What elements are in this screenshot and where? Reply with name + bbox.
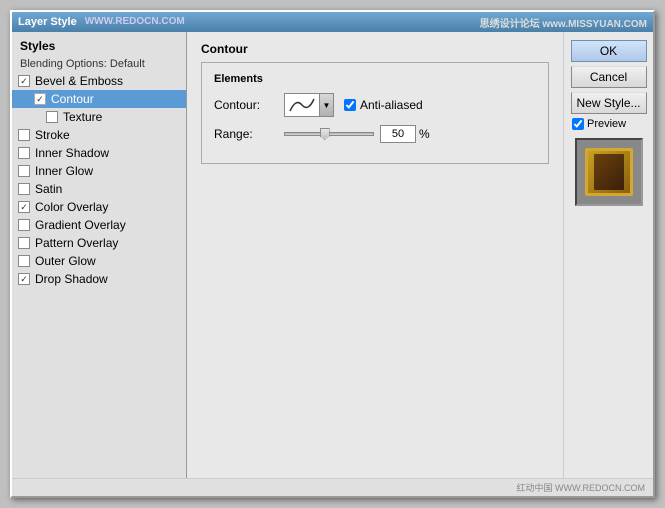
sub-section-title: Elements xyxy=(214,73,536,85)
blending-options-label: Blending Options: Default xyxy=(12,56,186,72)
color-overlay-checkbox[interactable] xyxy=(18,201,30,213)
elements-section: Elements Contour: ▼ xyxy=(201,62,549,164)
gradient-overlay-checkbox[interactable] xyxy=(18,219,30,231)
texture-checkbox[interactable] xyxy=(46,111,58,123)
sidebar-item-satin[interactable]: Satin xyxy=(12,180,186,198)
title-bar-watermark-left: WWW.REDOCN.COM xyxy=(85,16,185,28)
range-label: Range: xyxy=(214,127,284,141)
contour-preview[interactable] xyxy=(284,93,320,117)
preview-checkbox[interactable] xyxy=(572,118,584,130)
middle-panel: Contour Elements Contour: ▼ xyxy=(187,32,563,478)
sidebar-item-contour[interactable]: Contour xyxy=(12,90,186,108)
texture-label: Texture xyxy=(63,110,102,124)
left-panel: Styles Blending Options: Default Bevel &… xyxy=(12,32,187,478)
range-value-input[interactable] xyxy=(380,125,416,143)
range-slider-container[interactable] xyxy=(284,126,374,142)
stroke-label: Stroke xyxy=(35,128,70,142)
contour-row: Contour: ▼ Anti-aliased xyxy=(214,93,536,117)
sidebar-item-texture[interactable]: Texture xyxy=(12,108,186,126)
contour-field-label: Contour: xyxy=(214,98,284,112)
ok-button[interactable]: OK xyxy=(571,40,647,62)
range-slider-thumb[interactable] xyxy=(320,128,330,140)
stroke-checkbox[interactable] xyxy=(18,129,30,141)
preview-label-text: Preview xyxy=(587,118,626,130)
cancel-button[interactable]: Cancel xyxy=(571,66,647,88)
contour-control: ▼ Anti-aliased xyxy=(284,93,423,117)
anti-alias-control[interactable]: Anti-aliased xyxy=(344,98,423,112)
sidebar-item-outer-glow[interactable]: Outer Glow xyxy=(12,252,186,270)
inner-shadow-label: Inner Shadow xyxy=(35,146,109,160)
dialog-body: Styles Blending Options: Default Bevel &… xyxy=(12,32,653,478)
sidebar-item-gradient-overlay[interactable]: Gradient Overlay xyxy=(12,216,186,234)
right-panel: OK Cancel New Style... Preview xyxy=(563,32,653,478)
contour-curve-icon xyxy=(288,96,316,114)
sidebar-item-inner-shadow[interactable]: Inner Shadow xyxy=(12,144,186,162)
gradient-overlay-label: Gradient Overlay xyxy=(35,218,126,232)
contour-dropdown-arrow[interactable]: ▼ xyxy=(320,93,334,117)
range-row: Range: % xyxy=(214,125,536,143)
sidebar-item-stroke[interactable]: Stroke xyxy=(12,126,186,144)
bevel-emboss-checkbox[interactable] xyxy=(18,75,30,87)
satin-checkbox[interactable] xyxy=(18,183,30,195)
sidebar-item-pattern-overlay[interactable]: Pattern Overlay xyxy=(12,234,186,252)
contour-label: Contour xyxy=(51,92,94,106)
sidebar-item-color-overlay[interactable]: Color Overlay xyxy=(12,198,186,216)
range-percent: % xyxy=(419,127,430,141)
satin-label: Satin xyxy=(35,182,62,196)
layer-style-dialog: Layer Style WWW.REDOCN.COM 思绣设计论坛 www.MI… xyxy=(10,10,655,498)
bevel-emboss-label: Bevel & Emboss xyxy=(35,74,123,88)
watermark: 红动中国 WWW.REDOCN.COM xyxy=(12,478,653,496)
inner-glow-checkbox[interactable] xyxy=(18,165,30,177)
title-bar: Layer Style WWW.REDOCN.COM 思绣设计论坛 www.MI… xyxy=(12,12,653,32)
inner-shadow-checkbox[interactable] xyxy=(18,147,30,159)
title-bar-title: Layer Style xyxy=(18,16,77,28)
range-slider-track xyxy=(284,132,374,136)
contour-checkbox[interactable] xyxy=(34,93,46,105)
drop-shadow-checkbox[interactable] xyxy=(18,273,30,285)
anti-alias-checkbox[interactable] xyxy=(344,99,356,111)
outer-glow-checkbox[interactable] xyxy=(18,255,30,267)
color-overlay-label: Color Overlay xyxy=(35,200,108,214)
sidebar-item-bevel-emboss[interactable]: Bevel & Emboss xyxy=(12,72,186,90)
pattern-overlay-label: Pattern Overlay xyxy=(35,236,118,250)
preview-label-row: Preview xyxy=(572,118,626,130)
inner-glow-label: Inner Glow xyxy=(35,164,93,178)
new-style-button[interactable]: New Style... xyxy=(571,92,647,114)
styles-header: Styles xyxy=(12,36,186,56)
preview-icon xyxy=(585,148,633,196)
pattern-overlay-checkbox[interactable] xyxy=(18,237,30,249)
drop-shadow-label: Drop Shadow xyxy=(35,272,108,286)
sidebar-item-inner-glow[interactable]: Inner Glow xyxy=(12,162,186,180)
title-bar-left: Layer Style WWW.REDOCN.COM xyxy=(18,16,185,28)
outer-glow-label: Outer Glow xyxy=(35,254,96,268)
sidebar-item-drop-shadow[interactable]: Drop Shadow xyxy=(12,270,186,288)
title-bar-right: 思绣设计论坛 www.MISSYUAN.COM xyxy=(480,15,647,30)
anti-alias-label: Anti-aliased xyxy=(360,98,423,112)
section-title: Contour xyxy=(201,42,549,56)
preview-box xyxy=(575,138,643,206)
